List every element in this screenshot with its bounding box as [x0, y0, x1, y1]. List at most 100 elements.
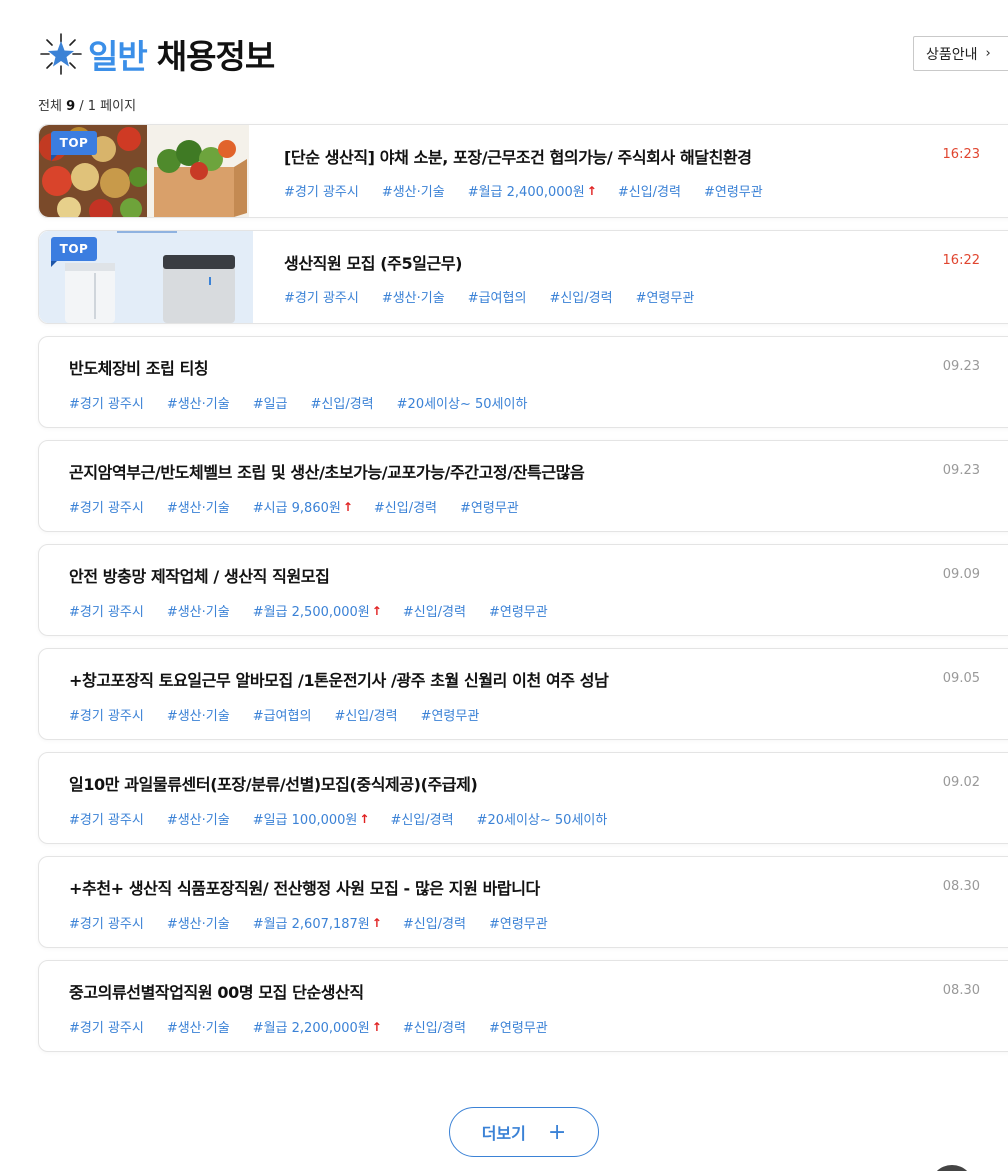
job-tags: #경기 광주시 #생산·기술 #일급 #신입/경력 #20세이상~ 50세이하 [69, 393, 550, 412]
chevron-right-icon: › [985, 46, 991, 61]
post-time: 16:22 [942, 253, 980, 268]
tag-text: #연령무관 [488, 1021, 548, 1036]
tag-region: #경기 광주시 [69, 913, 146, 932]
sparkle-star-icon [38, 31, 84, 77]
tag-text: #시급 9,860원 [252, 501, 341, 516]
tag-pay: #월급 2,400,000원 ↑ [467, 181, 597, 201]
tag-text: #연령무관 [635, 291, 695, 306]
tag-text: #신입/경력 [310, 397, 374, 412]
tag-text: #일급 [252, 397, 288, 412]
tag-region: #경기 광주시 [69, 497, 146, 516]
tag-category: #생산·기술 [167, 601, 232, 620]
job-title[interactable]: +추천+ 생산직 식품포장직원/ 전산행정 사원 모집 - 많은 지원 바랍니다 [69, 875, 540, 899]
post-date: 08.30 [942, 879, 980, 894]
load-more-label: 더보기 [481, 1124, 526, 1143]
job-title[interactable]: 반도체장비 조립 티칭 [69, 355, 209, 379]
tag-region: #경기 광주시 [69, 1017, 146, 1036]
job-list: TOP [단순 생산직] 야채 소분, 포장/근무조건 협의가능/ 주식회사 해… [38, 124, 1008, 1064]
job-card[interactable]: +추천+ 생산직 식품포장직원/ 전산행정 사원 모집 - 많은 지원 바랍니다… [38, 856, 1008, 948]
result-count: 전체 9 / 1 페이지 [38, 95, 136, 114]
tag-text: #생산·기술 [381, 185, 445, 200]
post-date: 09.02 [942, 775, 980, 790]
job-card[interactable]: 중고의류선별작업직원 00명 모집 단순생산직 #경기 광주시 #생산·기술 #… [38, 960, 1008, 1052]
tag-career: #신입/경력 [403, 1017, 468, 1036]
tag-age: #연령무관 [704, 181, 765, 200]
tag-text: #경기 광주시 [69, 709, 144, 724]
job-card[interactable]: TOP 생산직원 모집 (주5일근무) #경기 광주시 #생산·기술 #급여협의… [38, 230, 1008, 324]
tag-age: #연령무관 [460, 497, 521, 516]
tag-category: #생산·기술 [167, 809, 232, 828]
page-title-accent: 일반 [88, 37, 148, 76]
job-title[interactable]: 생산직원 모집 (주5일근무) [284, 250, 463, 274]
up-arrow-icon: ↑ [342, 499, 353, 514]
tag-text: #신입/경력 [402, 605, 466, 620]
tag-category: #생산·기술 [167, 1017, 232, 1036]
job-title[interactable]: [단순 생산직] 야채 소분, 포장/근무조건 협의가능/ 주식회사 해달친환경 [284, 144, 752, 168]
tag-text: #신입/경력 [549, 291, 613, 306]
scroll-top-button[interactable] [930, 1165, 974, 1171]
tag-pay: #월급 2,500,000원 ↑ [252, 601, 382, 621]
tag-text: #신입/경력 [402, 1021, 466, 1036]
tag-text: #경기 광주시 [284, 185, 359, 200]
tag-age: #연령무관 [636, 287, 697, 306]
tag-text: #경기 광주시 [284, 291, 359, 306]
tag-career: #신입/경력 [311, 393, 376, 412]
up-arrow-icon: ↑ [371, 915, 382, 930]
load-more-button[interactable]: 더보기 + [449, 1107, 599, 1157]
job-title[interactable]: 일10만 과일물류센터(포장/분류/선별)모집(중식제공)(주급제) [69, 771, 478, 795]
job-tags: #경기 광주시 #생산·기술 #일급 100,000원 ↑ #신입/경력 #20세… [69, 809, 630, 829]
job-tags: #경기 광주시 #생산·기술 #월급 2,607,187원 ↑ #신입/경력 #연… [69, 913, 571, 933]
count-sep: / [75, 99, 88, 114]
job-tags: #경기 광주시 #생산·기술 #월급 2,500,000원 ↑ #신입/경력 #연… [69, 601, 571, 621]
tag-text: #연령무관 [420, 709, 480, 724]
tag-text: #경기 광주시 [69, 1021, 144, 1036]
count-total: 9 [66, 99, 76, 114]
post-date: 08.30 [942, 983, 980, 998]
tag-category: #생산·기술 [167, 913, 232, 932]
post-date: 09.05 [942, 671, 980, 686]
job-card[interactable]: TOP [단순 생산직] 야채 소분, 포장/근무조건 협의가능/ 주식회사 해… [38, 124, 1008, 218]
tag-text: #생산·기술 [166, 605, 230, 620]
tag-text: #월급 2,500,000원 [252, 605, 370, 620]
tag-pay: #급여협의 [253, 705, 314, 724]
job-card[interactable]: +창고포장직 토요일근무 알바모집 /1톤운전기사 /광주 초월 신월리 이천 … [38, 648, 1008, 740]
tag-text: #생산·기술 [166, 709, 230, 724]
job-card[interactable]: 곤지암역부근/반도체벨브 조립 및 생산/초보가능/교포가능/주간고정/잔특근많… [38, 440, 1008, 532]
count-prefix: 전체 [38, 99, 67, 114]
job-tags: #경기 광주시 #생산·기술 #월급 2,400,000원 ↑ #신입/경력 #연… [284, 181, 786, 201]
tag-pay: #시급 9,860원 ↑ [252, 497, 353, 517]
up-arrow-icon: ↑ [586, 183, 597, 198]
tag-text: #20세이상~ 50세이하 [476, 813, 608, 828]
tag-category: #생산·기술 [167, 705, 232, 724]
tag-category: #생산·기술 [167, 393, 232, 412]
tag-text: #신입/경력 [373, 501, 438, 516]
job-title[interactable]: +창고포장직 토요일근무 알바모집 /1톤운전기사 /광주 초월 신월리 이천 … [69, 667, 609, 691]
tag-age: #연령무관 [489, 913, 550, 932]
tag-text: #생산·기술 [166, 813, 230, 828]
tag-text: #20세이상~ 50세이하 [396, 397, 528, 412]
job-title[interactable]: 곤지암역부근/반도체벨브 조립 및 생산/초보가능/교포가능/주간고정/잔특근많… [69, 459, 585, 483]
tag-category: #생산·기술 [382, 287, 447, 306]
tag-career: #신입/경력 [374, 497, 439, 516]
post-time: 16:23 [942, 147, 980, 162]
tag-text: #경기 광주시 [69, 813, 144, 828]
tag-text: #경기 광주시 [69, 501, 144, 516]
job-tags: #경기 광주시 #생산·기술 #급여협의 #신입/경력 #연령무관 [284, 287, 717, 306]
tag-text: #생산·기술 [381, 291, 445, 306]
product-guide-label: 상품안내 [926, 46, 978, 63]
job-tags: #경기 광주시 #생산·기술 #월급 2,200,000원 ↑ #신입/경력 #연… [69, 1017, 571, 1037]
job-card[interactable]: 안전 방충망 제작업체 / 생산직 직원모집 #경기 광주시 #생산·기술 #월… [38, 544, 1008, 636]
page-title: 채용정보 [156, 37, 275, 76]
tag-region: #경기 광주시 [69, 601, 146, 620]
job-title[interactable]: 안전 방충망 제작업체 / 생산직 직원모집 [69, 563, 330, 587]
tag-text: #월급 2,400,000원 [467, 185, 585, 200]
tag-text: #일급 100,000원 [252, 813, 358, 828]
tag-text: #신입/경력 [402, 917, 466, 932]
job-title[interactable]: 중고의류선별작업직원 00명 모집 단순생산직 [69, 979, 364, 1003]
job-card[interactable]: 일10만 과일물류센터(포장/분류/선별)모집(중식제공)(주급제) #경기 광… [38, 752, 1008, 844]
tag-text: #신입/경력 [334, 709, 398, 724]
product-guide-button[interactable]: 상품안내 › [913, 36, 1008, 71]
tag-text: #연령무관 [488, 917, 548, 932]
post-date: 09.23 [942, 463, 980, 478]
job-card[interactable]: 반도체장비 조립 티칭 #경기 광주시 #생산·기술 #일급 #신입/경력 #2… [38, 336, 1008, 428]
